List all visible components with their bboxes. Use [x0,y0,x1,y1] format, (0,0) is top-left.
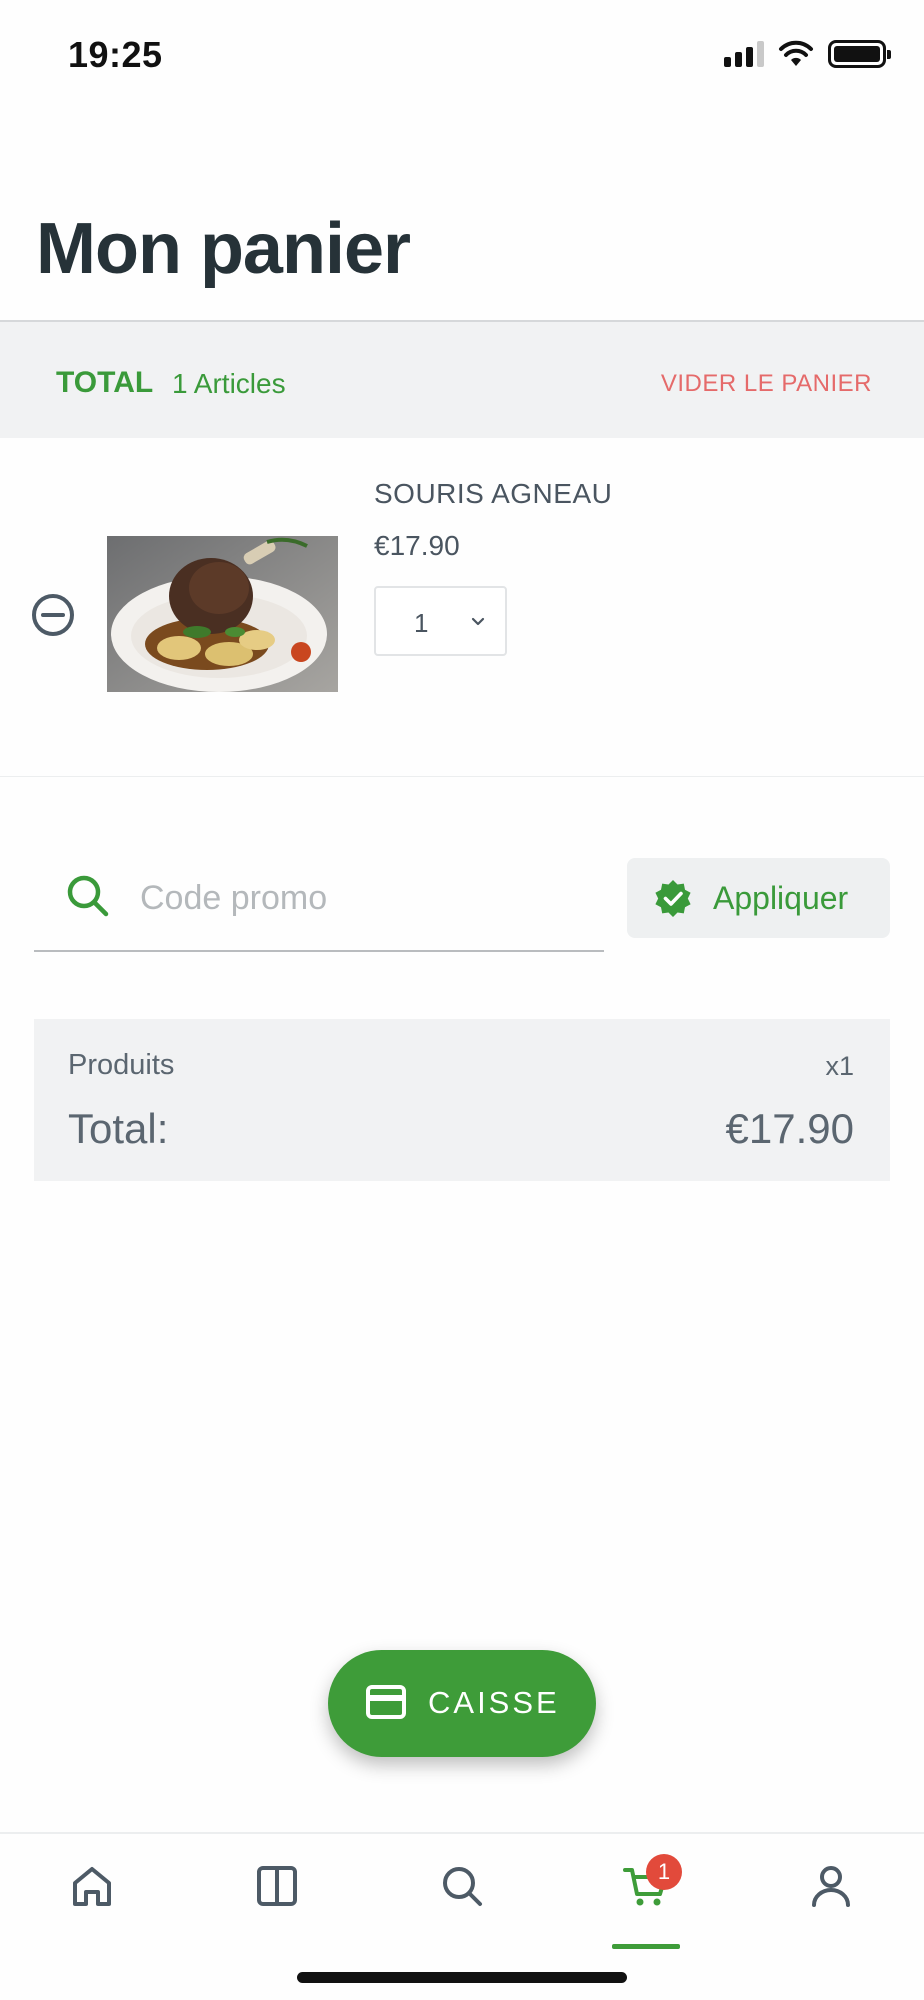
nav-search[interactable] [422,1854,502,1924]
chevron-down-icon [471,617,485,626]
order-summary: Produits x1 Total: €17.90 [34,1019,890,1181]
nav-menu[interactable] [237,1854,317,1924]
product-name: SOURIS AGNEAU [374,478,613,509]
summary-total-value: €17.90 [725,1105,854,1152]
product-image [107,536,338,692]
status-icons [724,40,891,68]
divider [0,776,924,777]
summary-products-qty: x1 [825,1051,854,1081]
user-icon [812,1866,850,1907]
battery-icon [828,40,891,68]
checkout-label: CAISSE [428,1685,560,1720]
cellular-signal-icon [724,41,764,67]
search-icon [443,1867,482,1906]
summary-total-label: Total: [68,1105,169,1152]
apply-promo-label: Appliquer [713,880,849,916]
promo-code-field [34,858,604,952]
search-icon [67,875,109,917]
nav-home[interactable] [52,1854,132,1924]
nav-cart[interactable]: 1 [606,1854,686,1949]
menu-book-icon [257,1866,297,1906]
active-tab-indicator [612,1944,680,1949]
promo-code-input[interactable] [140,870,580,926]
home-icon [73,1867,111,1906]
credit-card-icon [366,1685,406,1719]
cart-item-count: 1 Articles [172,368,286,399]
checkout-button[interactable]: CAISSE [328,1650,596,1757]
cart-total-label: TOTAL [56,366,154,399]
summary-products-label: Produits [68,1049,175,1081]
status-time: 19:25 [68,34,163,75]
clear-cart-button[interactable]: VIDER LE PANIER [661,370,872,398]
cart-badge: 1 [646,1854,682,1890]
apply-promo-button[interactable]: Appliquer [627,858,890,938]
verified-badge-icon [655,880,691,917]
status-bar: 19:25 [0,0,924,110]
wifi-icon [779,40,813,66]
home-indicator [297,1972,627,1983]
quantity-select[interactable]: 1 [374,586,507,656]
page-title: Mon panier [36,209,411,289]
product-price: €17.90 [374,530,460,561]
quantity-value: 1 [414,608,429,638]
remove-item-icon[interactable] [30,592,76,638]
nav-account[interactable] [791,1854,871,1924]
